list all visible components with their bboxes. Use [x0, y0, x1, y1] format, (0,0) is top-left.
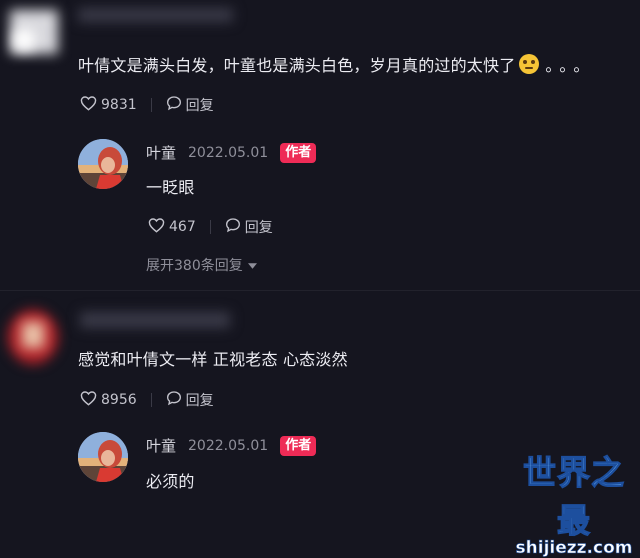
like-count: 8956 [101, 392, 137, 408]
reply-2-avatar[interactable] [78, 432, 128, 482]
reply-2-date: 2022.05.01 [188, 437, 269, 454]
heart-icon [80, 95, 97, 115]
reply-1-like-button[interactable]: 467 [148, 217, 196, 237]
comment-1-avatar[interactable] [8, 4, 64, 60]
watermark-title: 世界之最 [522, 452, 625, 540]
heart-icon [80, 390, 97, 410]
reply-label: 回复 [185, 393, 214, 409]
watermark-subtitle: shijiezz.com [515, 538, 633, 558]
reply-1-date: 2022.05.01 [188, 144, 269, 161]
author-badge: 作者 [280, 435, 317, 456]
comment-1-text: 叶倩文是满头白发，叶童也是满头白色，岁月真的过的太快了 。。。 [78, 54, 596, 75]
like-count: 9831 [101, 97, 137, 113]
comment-icon [166, 390, 182, 410]
separator [150, 393, 152, 407]
comment-1-reply-button[interactable]: 回复 [166, 95, 214, 115]
comment-1-like-button[interactable]: 9831 [80, 95, 137, 115]
comment-2-avatar[interactable] [6, 306, 66, 370]
reply-label: 回复 [244, 220, 273, 236]
reply-1-author-name[interactable]: 叶童 [146, 142, 176, 163]
reply-1-text: 一眨眼 [146, 178, 195, 197]
expand-replies-label: 展开380条回复 [146, 258, 243, 274]
comment-icon [166, 95, 182, 115]
separator [150, 98, 152, 112]
comment-2-reply-button[interactable]: 回复 [166, 390, 214, 410]
comment-2-text: 感觉和叶倩文一样 正视老态 心态淡然 [78, 350, 348, 369]
reply-1-avatar[interactable] [78, 139, 128, 189]
like-count: 467 [169, 219, 196, 235]
emoji-icon [519, 54, 540, 74]
reply-2-text: 必须的 [146, 472, 195, 491]
author-badge: 作者 [280, 142, 317, 163]
reply-label: 回复 [185, 98, 214, 114]
comment-1-username [78, 8, 233, 22]
reply-2-author-name[interactable]: 叶童 [146, 435, 176, 456]
comment-icon [225, 217, 241, 237]
comment-divider [0, 290, 640, 291]
expand-replies-button[interactable]: 展开380条回复 [146, 255, 257, 275]
heart-icon [148, 217, 165, 237]
watermark: 世界之最 shijiezz.com [512, 446, 636, 558]
separator [209, 220, 211, 234]
reply-1-reply-button[interactable]: 回复 [225, 217, 273, 237]
comment-2-username [80, 312, 230, 328]
chevron-down-icon [247, 257, 257, 273]
comment-2-like-button[interactable]: 8956 [80, 390, 137, 410]
